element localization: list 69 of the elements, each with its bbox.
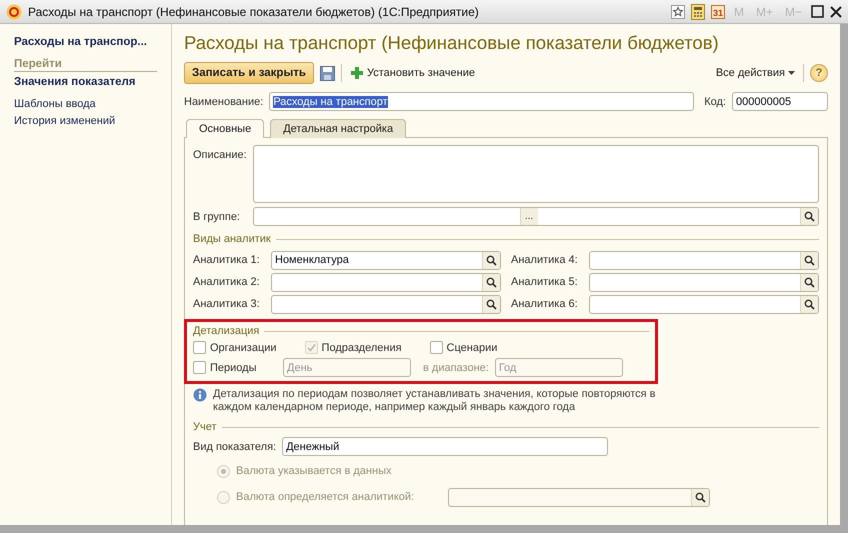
code-label: Код: [704,96,726,108]
tab[interactable]: Детальная настройка [270,119,406,138]
checkbox[interactable] [430,341,443,354]
tab[interactable]: Основные [186,119,264,138]
description-label: Описание: [193,148,247,161]
all-actions-menu[interactable]: Все действия [714,67,797,79]
analytic-label: Аналитика 3: [193,298,261,310]
analytic-field[interactable] [589,272,819,292]
search-icon [804,211,815,222]
group-title: Детализация [193,325,260,337]
range-label: в диапазоне: [423,362,489,374]
sidebar-section-title: Перейти [14,58,157,72]
search-icon [804,254,815,266]
analytic-field[interactable] [589,250,819,270]
search-icon [695,492,706,502]
search-icon [486,276,497,288]
code-field[interactable]: 000000005 [732,92,828,111]
info-icon [193,388,207,402]
close-icon[interactable] [830,6,842,18]
caret-icon [788,70,795,76]
maximize-icon[interactable] [811,5,824,18]
description-field[interactable] [253,145,819,203]
analytic-label: Аналитика 6: [511,298,579,310]
save-icon[interactable] [320,66,335,80]
calculator-icon[interactable] [690,4,705,20]
analytic-field[interactable] [271,272,501,292]
name-label: Наименование: [184,96,264,108]
sidebar-link[interactable]: История изменений [14,115,157,127]
analytic-label: Аналитика 4: [511,254,579,266]
analytic-field[interactable]: Номенклатура [271,250,501,270]
radio-label: Валюта определяется аналитикой: [236,491,416,503]
analytic-label: Аналитика 1: [193,254,261,266]
calendar-button[interactable]: 31 [710,4,725,18]
group-label: В группе: [193,210,241,222]
form-title: Расходы на транспорт (Нефинансовые показатели бюджетов) [184,32,720,54]
analytic-label: Аналитика 2: [193,276,261,288]
save-and-close-button[interactable]: Записать и закрыть [184,62,314,84]
currency-field[interactable] [448,488,710,506]
checkbox-label: Организации [210,342,277,354]
checkbox-label: Сценарии [446,342,498,354]
set-value-button[interactable]: Установить значение [348,66,477,80]
checkbox-label: Подразделения [322,342,402,354]
sidebar-link[interactable]: Значения показателя [14,76,157,88]
sidebar-link[interactable]: Шаблоны ввода [14,98,157,110]
analytic-field[interactable] [589,294,819,314]
search-icon [804,276,815,288]
info-note: Детализация по периодам позволяет устанавливать значения, которые повторяются в каждом календарном периоде, например каждый январь каждого года [213,388,657,414]
group-title: Виды аналитик [193,233,271,245]
help-button[interactable]: ? [810,64,828,82]
kind-label: Вид показателя: [193,440,276,452]
radio-label: Валюта указывается в данных [236,465,392,477]
group-title: Учет [193,421,217,433]
choice-button[interactable]: ... [520,208,538,225]
window-title: Расходы на транспорт (Нефинансовые показатели бюджетов) (1С:Предприятие) [28,4,480,18]
name-field[interactable]: Расходы на транспорт [269,92,694,111]
analytic-label: Аналитика 5: [511,276,579,288]
checkbox[interactable] [193,341,206,354]
checkbox-label: Периоды [210,362,256,374]
search-icon [804,298,815,310]
checkbox[interactable] [193,361,206,374]
search-icon [486,254,497,266]
sidebar-title: Расходы на транспор... [14,36,148,48]
analytic-field[interactable] [271,294,501,314]
plus-icon [350,66,364,80]
star-icon[interactable] [670,4,685,18]
group-field[interactable]: ... [253,207,819,226]
search-icon [486,298,497,310]
app-logo-icon [6,4,22,20]
kind-field[interactable]: Денежный [282,437,608,456]
